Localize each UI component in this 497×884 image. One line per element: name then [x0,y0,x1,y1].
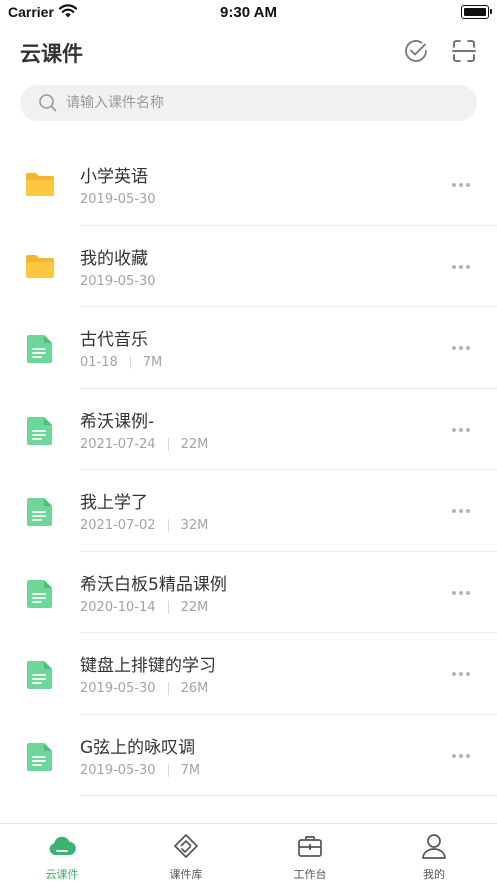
tab-workbench[interactable]: 工作台 [248,824,372,884]
meta-divider [167,600,169,614]
folder-icon [25,170,55,202]
list-item[interactable]: 键盘上排键的学习 2019-05-30 26M [0,633,497,715]
clock: 9:30 AM [220,4,277,21]
more-options-icon[interactable] [452,178,476,192]
item-size: 26M [180,681,209,696]
tab-courseware-library[interactable]: 课件库 [124,824,248,884]
search-input[interactable] [66,85,446,121]
check-circle-icon[interactable] [402,37,430,65]
tab-cloud-courseware[interactable]: 云课件 [0,824,124,884]
item-size: 22M [180,436,209,452]
more-options-icon[interactable] [452,504,476,518]
status-bar: Carrier 9:30 AM [0,0,497,26]
item-meta: 2019-05-30 26M [80,681,208,696]
person-icon [422,834,446,859]
list-item[interactable]: 小学英语 2019-05-30 [0,144,497,226]
item-name: 键盘上排键的学习 [80,656,216,676]
file-icon [25,415,55,451]
search-icon [39,94,57,112]
list-item[interactable]: 我的收藏 2019-05-30 [0,226,497,307]
scan-icon[interactable] [450,37,478,65]
item-name: 我的收藏 [80,248,148,269]
file-icon [25,741,55,777]
item-meta: 2021-07-02 32M [80,518,208,533]
search-bar[interactable] [20,85,477,121]
meta-divider [129,356,131,369]
file-icon [25,578,55,614]
list-item[interactable]: 我上学了 2021-07-02 32M [0,470,497,552]
item-size: 22M [180,599,209,615]
tab-mine[interactable]: 我的 [372,824,496,884]
file-icon [25,333,55,369]
more-options-icon[interactable] [452,423,476,437]
tab-label: 工作台 [293,868,327,881]
folder-icon [25,252,55,284]
item-name: 小学英语 [80,167,148,187]
meta-divider [167,682,169,695]
meta-divider [167,437,169,451]
item-name: G弦上的咏叹调 [80,737,196,758]
item-name: 希沃白板5精品课例 [80,574,227,595]
item-meta: 2021-07-24 22M [80,437,208,452]
item-date: 2019-05-30 [80,192,156,207]
library-icon [174,834,198,858]
item-name: 古代音乐 [80,330,148,350]
item-date: 2021-07-02 [80,518,156,533]
list-item[interactable]: 希沃白板5精品课例 2020-10-14 22M [0,552,497,633]
list-item[interactable]: G弦上的咏叹调 2019-05-30 7M [0,715,497,796]
meta-divider [167,763,169,777]
courseware-list: 小学英语 2019-05-30 我的收藏 2019-05-30 古代音乐 01-… [0,144,497,796]
more-options-icon[interactable] [452,667,476,681]
more-options-icon[interactable] [452,586,476,600]
item-name: 我上学了 [80,493,148,513]
tab-label: 我的 [423,868,445,881]
tab-label: 课件库 [169,868,203,881]
item-date: 2019-05-30 [80,762,156,778]
more-options-icon[interactable] [452,749,476,763]
item-size: 7M [142,355,163,370]
item-meta: 2019-05-30 [80,192,156,207]
file-icon [25,496,55,532]
page-title: 云课件 [20,42,83,66]
header: 云课件 [0,30,497,76]
item-meta: 01-18 7M [80,355,162,370]
item-date: 2019-05-30 [80,273,156,289]
item-date: 01-18 [80,355,118,370]
battery-icon [461,5,492,19]
tab-label: 云课件 [45,868,79,881]
item-name: 希沃课例- [80,411,155,432]
item-date: 2021-07-24 [80,436,156,452]
row-divider [80,795,497,796]
list-item[interactable]: 古代音乐 01-18 7M [0,307,497,389]
item-date: 2020-10-14 [80,599,156,615]
item-meta: 2019-05-30 [80,274,156,289]
item-size: 7M [180,762,201,778]
tab-bar: 云课件 课件库 工作台 我的 [0,823,497,884]
item-meta: 2019-05-30 7M [80,763,200,778]
more-options-icon[interactable] [452,260,476,274]
item-meta: 2020-10-14 22M [80,600,208,615]
item-date: 2019-05-30 [80,681,156,696]
cloud-icon [49,836,76,856]
item-size: 32M [180,518,209,533]
meta-divider [167,519,169,532]
file-icon [25,659,55,695]
list-item[interactable]: 希沃课例- 2021-07-24 22M [0,389,497,470]
briefcase-icon [298,836,322,857]
more-options-icon[interactable] [452,341,476,355]
